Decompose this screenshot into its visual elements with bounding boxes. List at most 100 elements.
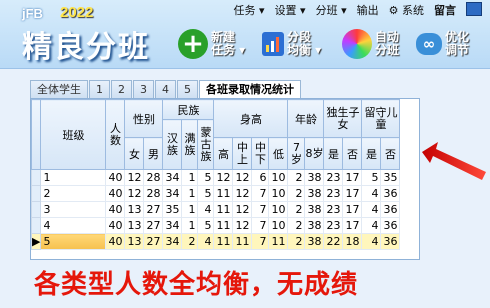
table-cell[interactable]: 22 xyxy=(323,233,344,250)
table-cell[interactable]: 36 xyxy=(380,185,401,202)
col-height[interactable]: 身高 xyxy=(213,99,289,138)
table-cell[interactable]: 7 xyxy=(251,201,270,218)
col-ethnic[interactable]: 民族 xyxy=(162,99,215,120)
col-only-yes[interactable]: 是 xyxy=(323,137,344,170)
row-indicator[interactable] xyxy=(30,185,42,202)
table-cell[interactable]: 36 xyxy=(380,217,401,234)
table-row[interactable]: ▶ 5 40 13 27 34 2 4 11 11 7 11 2 38 22 18 4 36 xyxy=(30,233,401,250)
col-only-no[interactable]: 否 xyxy=(342,137,363,170)
table-cell[interactable]: 3 xyxy=(40,201,107,218)
table-cell[interactable]: 40 xyxy=(105,169,126,186)
tab-class-3[interactable]: 3 xyxy=(133,80,154,98)
tab-class-1[interactable]: 1 xyxy=(89,80,110,98)
table-cell[interactable]: 38 xyxy=(304,233,325,250)
table-cell[interactable]: 1 xyxy=(40,169,107,186)
table-cell[interactable]: 36 xyxy=(380,233,401,250)
table-cell[interactable]: 2 xyxy=(287,233,306,250)
col-age[interactable]: 年龄 xyxy=(287,99,325,138)
col-age-8[interactable]: 8岁 xyxy=(304,137,325,170)
table-cell[interactable]: 12 xyxy=(232,185,253,202)
table-cell[interactable]: 28 xyxy=(143,169,164,186)
table-row[interactable]: 3 40 13 27 35 1 4 11 12 7 10 2 38 23 17 4 36 xyxy=(30,201,401,218)
table-cell[interactable]: 38 xyxy=(304,185,325,202)
table-cell[interactable]: 1 xyxy=(181,217,199,234)
table-cell[interactable]: 34 xyxy=(162,185,183,202)
table-cell[interactable]: 11 xyxy=(268,233,289,250)
table-cell[interactable]: 11 xyxy=(213,217,234,234)
table-cell[interactable]: 35 xyxy=(380,169,401,186)
table-cell[interactable]: 28 xyxy=(143,185,164,202)
table-cell[interactable]: 40 xyxy=(105,233,126,250)
table-cell[interactable]: 1 xyxy=(181,169,199,186)
table-cell[interactable]: 27 xyxy=(143,201,164,218)
table-cell[interactable]: 10 xyxy=(268,185,289,202)
table-cell[interactable]: 38 xyxy=(304,169,325,186)
table-cell[interactable]: 34 xyxy=(162,233,183,250)
table-cell[interactable]: 10 xyxy=(268,169,289,186)
tab-class-4[interactable]: 4 xyxy=(155,80,176,98)
table-cell[interactable]: 17 xyxy=(342,169,363,186)
table-cell[interactable]: 2 xyxy=(287,217,306,234)
table-cell[interactable]: 5 xyxy=(40,233,107,250)
col-man[interactable]: 满族 xyxy=(181,119,199,170)
table-row[interactable]: 2 40 12 28 34 1 5 11 12 7 10 2 38 23 17 4 36 xyxy=(30,185,401,202)
tab-statistics[interactable]: 各班录取情况统计 xyxy=(199,80,301,98)
tab-class-2[interactable]: 2 xyxy=(111,80,132,98)
new-task-button[interactable]: + 新建 任务 ▾ xyxy=(178,26,245,62)
table-cell[interactable]: 18 xyxy=(342,233,363,250)
table-cell[interactable]: 10 xyxy=(268,201,289,218)
col-mongol[interactable]: 蒙古族 xyxy=(197,119,215,170)
tab-all-students[interactable]: 全体学生 xyxy=(30,80,88,98)
table-cell[interactable]: 13 xyxy=(124,201,145,218)
col-only-child[interactable]: 独生子女 xyxy=(323,99,363,138)
table-cell[interactable]: 2 xyxy=(181,233,199,250)
table-cell[interactable]: 11 xyxy=(232,233,253,250)
table-cell[interactable]: 4 xyxy=(197,233,215,250)
table-cell[interactable]: 1 xyxy=(181,185,199,202)
table-cell[interactable]: 23 xyxy=(323,169,344,186)
table-cell[interactable]: 11 xyxy=(213,185,234,202)
table-cell[interactable]: 4 xyxy=(361,217,382,234)
table-cell[interactable]: 1 xyxy=(181,201,199,218)
col-left-no[interactable]: 否 xyxy=(380,137,401,170)
table-cell[interactable]: 4 xyxy=(197,201,215,218)
col-low[interactable]: 低 xyxy=(268,137,289,170)
table-cell[interactable]: 4 xyxy=(361,185,382,202)
segment-balance-button[interactable]: 分段 均衡 ▾ xyxy=(262,26,321,62)
col-left-yes[interactable]: 是 xyxy=(361,137,382,170)
col-left-behind[interactable]: 留守儿童 xyxy=(361,99,401,138)
table-cell[interactable]: 34 xyxy=(162,169,183,186)
table-cell[interactable]: 10 xyxy=(268,217,289,234)
menu-output[interactable]: 输出 xyxy=(357,2,379,18)
table-cell[interactable]: 5 xyxy=(361,169,382,186)
row-indicator[interactable] xyxy=(30,217,42,234)
table-cell[interactable]: 6 xyxy=(251,169,270,186)
table-cell[interactable]: 2 xyxy=(287,185,306,202)
col-male[interactable]: 男 xyxy=(143,137,164,170)
col-mid-low[interactable]: 中下 xyxy=(251,137,270,170)
col-female[interactable]: 女 xyxy=(124,137,145,170)
table-cell[interactable]: 5 xyxy=(197,217,215,234)
table-cell[interactable]: 4 xyxy=(40,217,107,234)
menu-classing[interactable]: 分班 ▾ xyxy=(316,2,347,18)
table-cell[interactable]: 7 xyxy=(251,217,270,234)
table-cell[interactable]: 5 xyxy=(197,185,215,202)
table-cell[interactable]: 12 xyxy=(124,169,145,186)
col-han[interactable]: 汉族 xyxy=(162,119,183,170)
row-pointer-icon[interactable]: ▶ xyxy=(30,233,42,250)
col-class[interactable]: 班级 xyxy=(40,99,107,170)
optimize-button[interactable]: ∞ 优化 调节 xyxy=(416,26,469,62)
col-mid-high[interactable]: 中上 xyxy=(232,137,253,170)
table-cell[interactable]: 13 xyxy=(124,233,145,250)
col-high[interactable]: 高 xyxy=(213,137,234,170)
table-cell[interactable]: 27 xyxy=(143,233,164,250)
table-cell[interactable]: 34 xyxy=(162,217,183,234)
table-cell[interactable]: 23 xyxy=(323,217,344,234)
table-cell[interactable]: 2 xyxy=(287,169,306,186)
table-cell[interactable]: 36 xyxy=(380,201,401,218)
table-cell[interactable]: 17 xyxy=(342,201,363,218)
table-cell[interactable]: 4 xyxy=(361,201,382,218)
row-indicator[interactable] xyxy=(30,201,42,218)
table-cell[interactable]: 2 xyxy=(287,201,306,218)
menu-settings[interactable]: 设置 ▾ xyxy=(275,2,306,18)
